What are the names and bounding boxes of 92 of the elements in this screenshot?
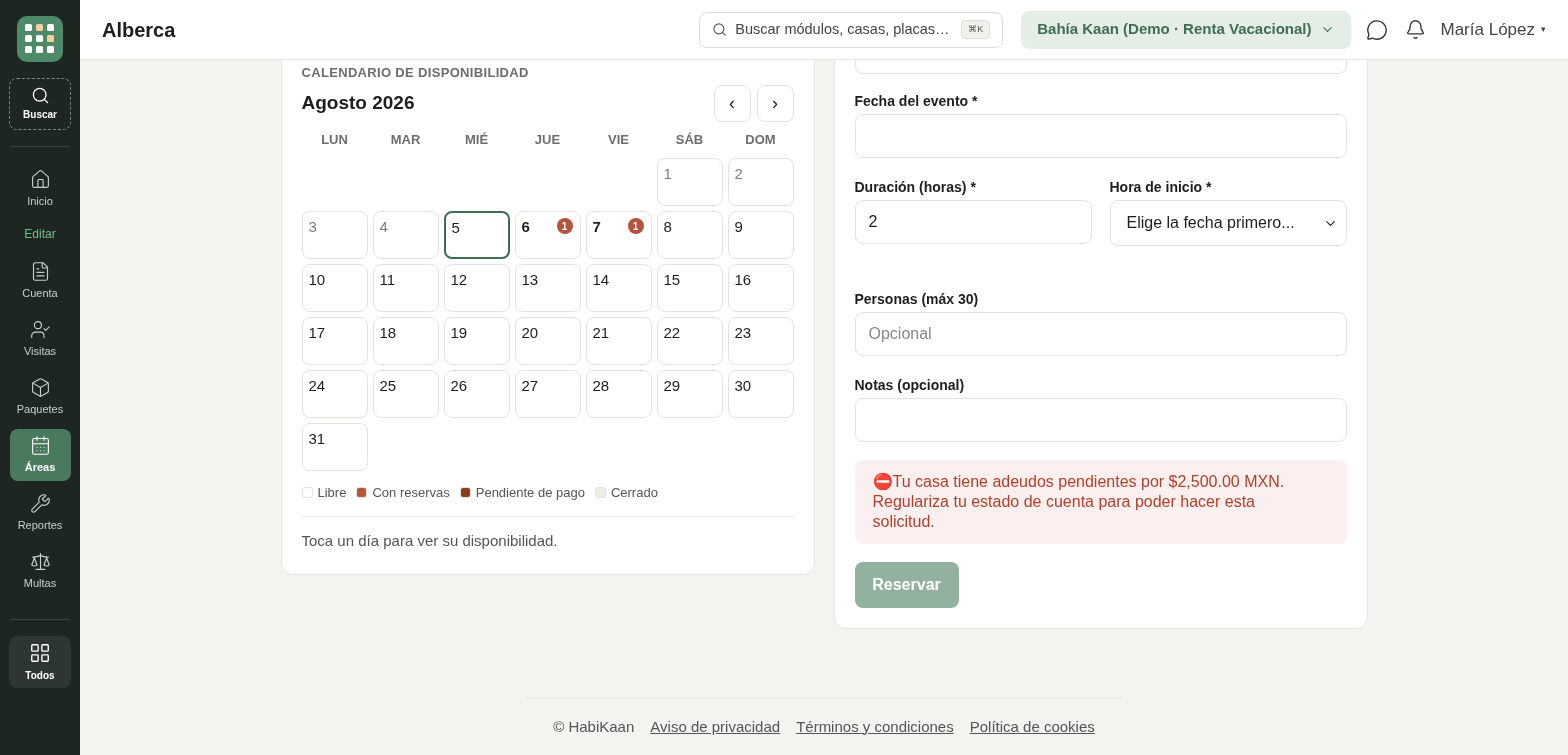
day-cell[interactable]: 25 xyxy=(372,370,439,418)
section-label: Editar xyxy=(24,226,56,243)
weekday-label: LUN xyxy=(320,130,349,149)
weekday-label: DOM xyxy=(744,130,777,149)
field-label: Hora de inicio * xyxy=(1109,178,1213,196)
all-modules-button[interactable]: Todos xyxy=(9,636,71,688)
chat-icon[interactable] xyxy=(1365,18,1388,41)
field-label: Duración (horas) * xyxy=(854,178,977,196)
page-title: Alberca xyxy=(102,17,176,43)
weekday-label: MAR xyxy=(389,130,422,149)
day-cell[interactable]: 22 xyxy=(656,317,723,365)
day-cell[interactable]: 4 xyxy=(372,211,439,259)
day-cell[interactable]: 27 xyxy=(514,370,581,418)
day-cell[interactable]: 2 xyxy=(727,158,794,206)
day-cell[interactable]: 5 xyxy=(443,211,510,259)
input-field[interactable] xyxy=(854,114,1347,158)
home-icon xyxy=(29,168,51,190)
day-cell[interactable]: 1 xyxy=(656,158,723,206)
footer-link[interactable]: Política de cookies xyxy=(969,715,1095,738)
day-cell[interactable]: 14 xyxy=(585,264,652,312)
day-cell[interactable]: 26 xyxy=(443,370,510,418)
nav-item[interactable]: Multas xyxy=(9,545,71,597)
input-field[interactable]: 2 xyxy=(854,200,1092,244)
calendar-icon xyxy=(29,434,51,456)
section-heading: CALENDARIO DE DISPONIBILIDAD xyxy=(301,64,530,82)
legend-label: Con reservas xyxy=(372,484,450,502)
search-icon xyxy=(30,86,50,105)
field-label: Fecha del evento * xyxy=(854,92,979,110)
nav-item[interactable]: Visitas xyxy=(9,313,71,365)
month-title: Agosto 2026 xyxy=(301,90,415,115)
shortcut-badge: ⌘K xyxy=(961,19,991,40)
day-cell[interactable]: 13 xyxy=(514,264,581,312)
legend-label: Cerrado xyxy=(610,484,658,502)
wrench-icon xyxy=(29,492,51,514)
weekday-label: SÁB xyxy=(674,130,705,149)
next-month-button[interactable]: › xyxy=(756,84,794,122)
nav-item[interactable]: Cuenta xyxy=(9,255,71,307)
weekday-label: VIE xyxy=(607,130,630,149)
day-cell[interactable]: 3 xyxy=(301,211,368,259)
nav-item[interactable]: Paquetes xyxy=(9,371,71,423)
day-cell[interactable]: 7 1 xyxy=(585,211,652,259)
weekday-label: JUE xyxy=(533,130,562,149)
day-cell[interactable]: 10 xyxy=(301,264,368,312)
day-cell[interactable]: 16 xyxy=(727,264,794,312)
day-cell[interactable]: 20 xyxy=(514,317,581,365)
nav-item[interactable]: Inicio xyxy=(9,163,71,215)
day-cell[interactable]: 19 xyxy=(443,317,510,365)
day-cell[interactable]: 29 xyxy=(656,370,723,418)
day-cell[interactable]: 31 xyxy=(301,423,368,471)
search-icon xyxy=(712,22,728,37)
legend-label: Libre xyxy=(317,484,347,502)
legend-label: Pendiente de pago xyxy=(475,484,585,502)
user-menu[interactable]: María López ▾ xyxy=(1440,16,1546,43)
debt-alert: ⛔Tu casa tiene adeudos pendientes por $2,500.00 MXN. Regulariza tu estado de cuenta para poder hacer esta solicitud. xyxy=(854,460,1347,544)
person-check-icon xyxy=(29,318,51,340)
day-cell[interactable]: 18 xyxy=(372,317,439,365)
input-field[interactable]: Opcional xyxy=(854,312,1347,356)
organization-selector[interactable]: Bahía Kaan (Demo · Renta Vacacional) xyxy=(1021,10,1351,49)
day-cell[interactable]: 23 xyxy=(727,317,794,365)
footer-link[interactable]: Términos y condiciones xyxy=(796,715,954,738)
day-cell[interactable]: 21 xyxy=(585,317,652,365)
box-icon xyxy=(29,376,51,398)
app-logo[interactable] xyxy=(17,16,63,62)
scale-icon xyxy=(29,550,51,572)
day-cell[interactable]: 28 xyxy=(585,370,652,418)
footer-link[interactable]: Aviso de privacidad xyxy=(650,715,781,738)
nav-item[interactable]: Reportes xyxy=(9,487,71,539)
previous-month-button[interactable]: ‹ xyxy=(713,84,751,122)
calendar-hint: Toca un día para ver su disponibilidad. xyxy=(301,530,559,551)
reservation-count-badge: 1 xyxy=(556,218,573,234)
field-label: Notas (opcional) xyxy=(854,376,966,394)
search-button[interactable]: Buscar xyxy=(9,78,71,130)
day-cell[interactable]: 9 xyxy=(727,211,794,259)
day-cell[interactable]: 15 xyxy=(656,264,723,312)
day-cell[interactable]: 17 xyxy=(301,317,368,365)
weekday-label: MIÉ xyxy=(463,130,490,149)
reservation-count-badge: 1 xyxy=(627,218,644,234)
day-cell[interactable]: 12 xyxy=(443,264,510,312)
day-cell[interactable]: 30 xyxy=(727,370,794,418)
grid-icon xyxy=(29,641,51,664)
search-field[interactable]: Buscar módulos, casas, placas… ⌘K xyxy=(699,11,1004,48)
day-cell[interactable]: 8 xyxy=(656,211,723,259)
day-cell[interactable]: 6 1 xyxy=(514,211,581,259)
notification-icon[interactable] xyxy=(1404,19,1426,40)
search-input[interactable]: Buscar módulos, casas, placas… xyxy=(735,18,954,41)
input-field[interactable] xyxy=(854,398,1347,442)
copyright-text: © HabiKaan xyxy=(553,716,635,737)
day-cell[interactable]: 24 xyxy=(301,370,368,418)
nav-item[interactable]: Áreas xyxy=(9,429,71,481)
field-label: Personas (máx 30) xyxy=(854,290,980,308)
time-select[interactable]: Elige la fecha primero... xyxy=(1109,200,1347,246)
day-cell[interactable]: 11 xyxy=(372,264,439,312)
